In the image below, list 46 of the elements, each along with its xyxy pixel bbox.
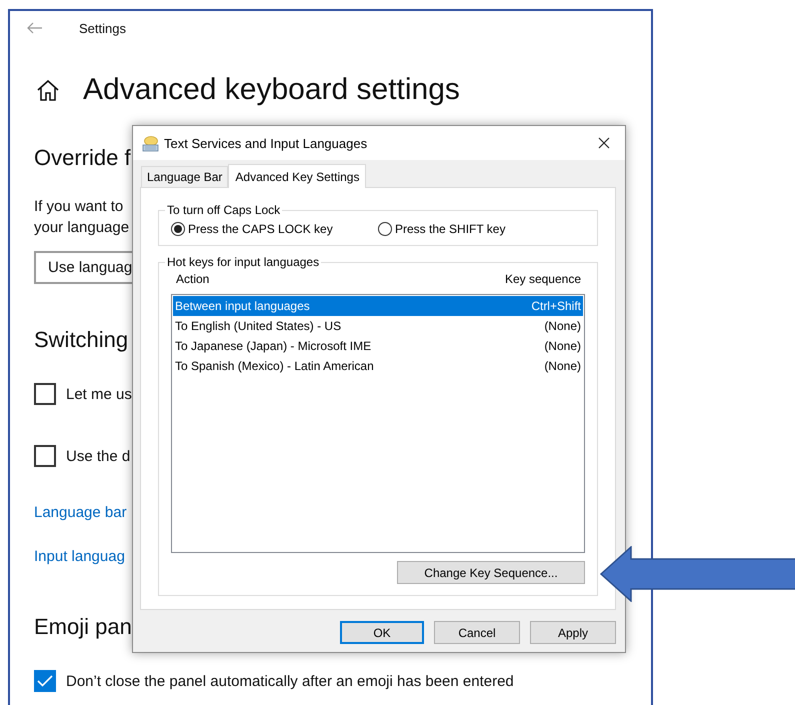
dialog-title: Text Services and Input Languages — [164, 136, 368, 150]
radio-button[interactable] — [378, 222, 392, 236]
section-heading: Emoji pan — [34, 613, 132, 641]
tab[interactable]: Language Bar — [141, 166, 228, 187]
link[interactable]: Input languag — [34, 548, 125, 565]
back-arrow-icon[interactable] — [27, 22, 43, 34]
link[interactable]: Language bar — [34, 504, 127, 521]
window-title: Settings — [79, 20, 126, 36]
keyboard-speech-bubble-icon — [142, 134, 159, 152]
checkbox-label: Let me us — [66, 386, 132, 402]
list-row[interactable]: To Spanish (Mexico) - Latin American (None) — [173, 356, 583, 376]
description-text: your language — [34, 218, 130, 238]
section-heading: Override f — [34, 144, 131, 172]
key-sequence-text: (None) — [544, 339, 581, 353]
key-sequence-text: (None) — [544, 319, 581, 333]
checkbox-label: Don’t close the panel automatically after an emoji has been entered — [66, 672, 514, 690]
dialog-button[interactable]: Cancel — [434, 621, 520, 644]
group-title: Hot keys for input languages — [166, 255, 320, 269]
action-text: To Japanese (Japan) - Microsoft IME — [175, 339, 372, 353]
list-row[interactable]: To English (United States) - US (None) — [173, 316, 583, 336]
action-text: Between input languages — [175, 299, 310, 313]
key-sequence-text: Ctrl+Shift — [531, 299, 581, 313]
radio-label: Press the CAPS LOCK key — [188, 222, 333, 236]
key-sequence-text: (None) — [544, 359, 581, 373]
dialog-button[interactable]: Apply — [530, 621, 616, 644]
action-text: To English (United States) - US — [175, 319, 342, 333]
home-icon[interactable] — [37, 80, 59, 100]
radio-button[interactable] — [171, 222, 185, 236]
checkbox[interactable] — [34, 670, 56, 692]
dialog-button[interactable]: OK — [340, 621, 424, 644]
list-row[interactable]: To Japanese (Japan) - Microsoft IME (None) — [173, 336, 583, 356]
checkbox-label: Use the d — [66, 448, 130, 464]
section-heading: Switching — [34, 326, 128, 354]
action-text: To Spanish (Mexico) - Latin American — [175, 359, 374, 373]
change-key-sequence-button[interactable]: Change Key Sequence... — [397, 561, 585, 584]
tab[interactable]: Advanced Key Settings — [228, 164, 366, 188]
description-text: If you want to — [34, 197, 124, 217]
list-row[interactable]: Between input languages Ctrl+Shift — [173, 296, 583, 316]
column-header: Key sequence — [504, 272, 581, 288]
checkbox[interactable] — [34, 445, 56, 467]
column-header: Action — [176, 272, 210, 288]
close-icon[interactable] — [598, 137, 610, 149]
checkbox[interactable] — [34, 383, 56, 405]
group-title: To turn off Caps Lock — [166, 203, 282, 217]
radio-label: Press the SHIFT key — [395, 222, 506, 236]
page-heading: Advanced keyboard settings — [83, 72, 460, 108]
